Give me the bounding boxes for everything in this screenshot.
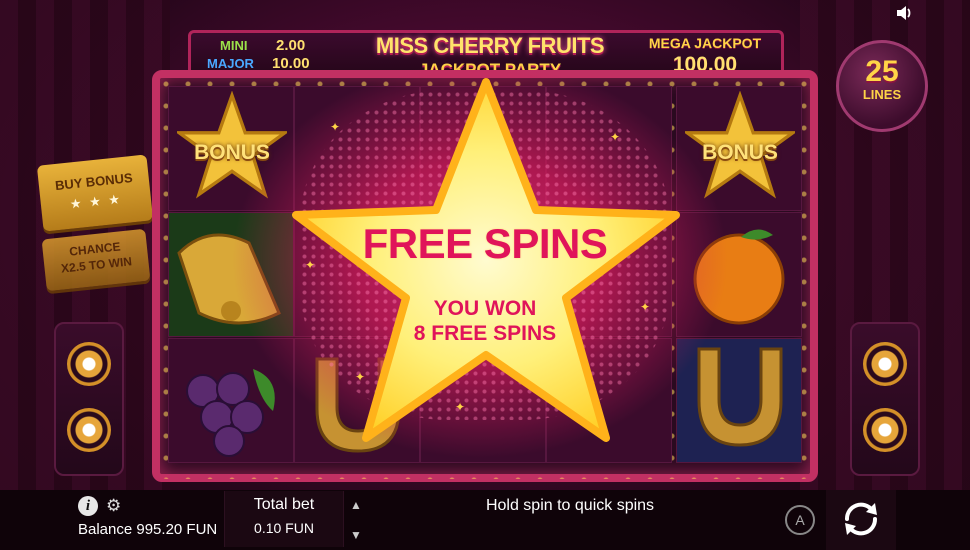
balance-display: Balance 995.20 FUN bbox=[78, 521, 218, 538]
mini-jackpot-value: 2.00 bbox=[276, 37, 306, 54]
spin-arrows-icon bbox=[844, 502, 878, 536]
sparkle-icon: ✦ bbox=[305, 258, 316, 272]
right-speaker bbox=[850, 322, 920, 476]
sparkle-icon: ✦ bbox=[455, 400, 466, 414]
total-bet-value: 0.10 FUN bbox=[254, 520, 314, 536]
lines-count: 25 bbox=[865, 55, 899, 88]
autoplay-icon: A bbox=[795, 512, 805, 528]
bet-increase-button[interactable]: ▲ bbox=[348, 497, 364, 513]
left-speaker bbox=[54, 322, 124, 476]
buy-bonus-button[interactable]: BUY BONUS ★ ★ ★ bbox=[36, 154, 154, 232]
sound-toggle[interactable] bbox=[896, 5, 916, 23]
sparkle-icon: ✦ bbox=[640, 300, 651, 314]
gear-icon[interactable]: ⚙ bbox=[106, 497, 121, 515]
speaker-cone-icon bbox=[863, 408, 907, 452]
lines-label: LINES bbox=[862, 87, 902, 102]
speaker-cone-icon bbox=[863, 342, 907, 386]
free-spins-won-label: YOU WON bbox=[433, 297, 537, 320]
mini-jackpot-label: MINI bbox=[220, 38, 248, 53]
lines-badge: 25 LINES bbox=[836, 40, 928, 132]
total-bet-label: Total bet bbox=[253, 496, 315, 513]
mega-jackpot-label: MEGA JACKPOT bbox=[648, 35, 762, 51]
speaker-icon bbox=[897, 6, 911, 20]
spin-button[interactable] bbox=[826, 490, 896, 550]
free-spins-count: 8 FREE SPINS bbox=[413, 322, 557, 345]
spin-hint: Hold spin to quick spins bbox=[485, 497, 655, 514]
free-spins-title: FREE SPINS bbox=[362, 220, 608, 267]
sparkle-icon: ✦ bbox=[330, 120, 341, 134]
info-icon[interactable]: i bbox=[78, 496, 98, 516]
sparkle-icon: ✦ bbox=[355, 370, 366, 384]
bet-decrease-button[interactable]: ▼ bbox=[348, 527, 364, 543]
total-bet-panel: Total bet 0.10 FUN bbox=[224, 491, 344, 547]
autoplay-button[interactable]: A bbox=[785, 505, 815, 535]
sparkle-icon: ✦ bbox=[610, 130, 621, 144]
game-title: MISS CHERRY FRUITS bbox=[375, 33, 605, 58]
major-jackpot-label: MAJOR bbox=[207, 56, 254, 71]
speaker-cone-icon bbox=[67, 342, 111, 386]
speaker-cone-icon bbox=[67, 408, 111, 452]
chance-button[interactable]: CHANCE X2.5 TO WIN bbox=[41, 228, 151, 292]
